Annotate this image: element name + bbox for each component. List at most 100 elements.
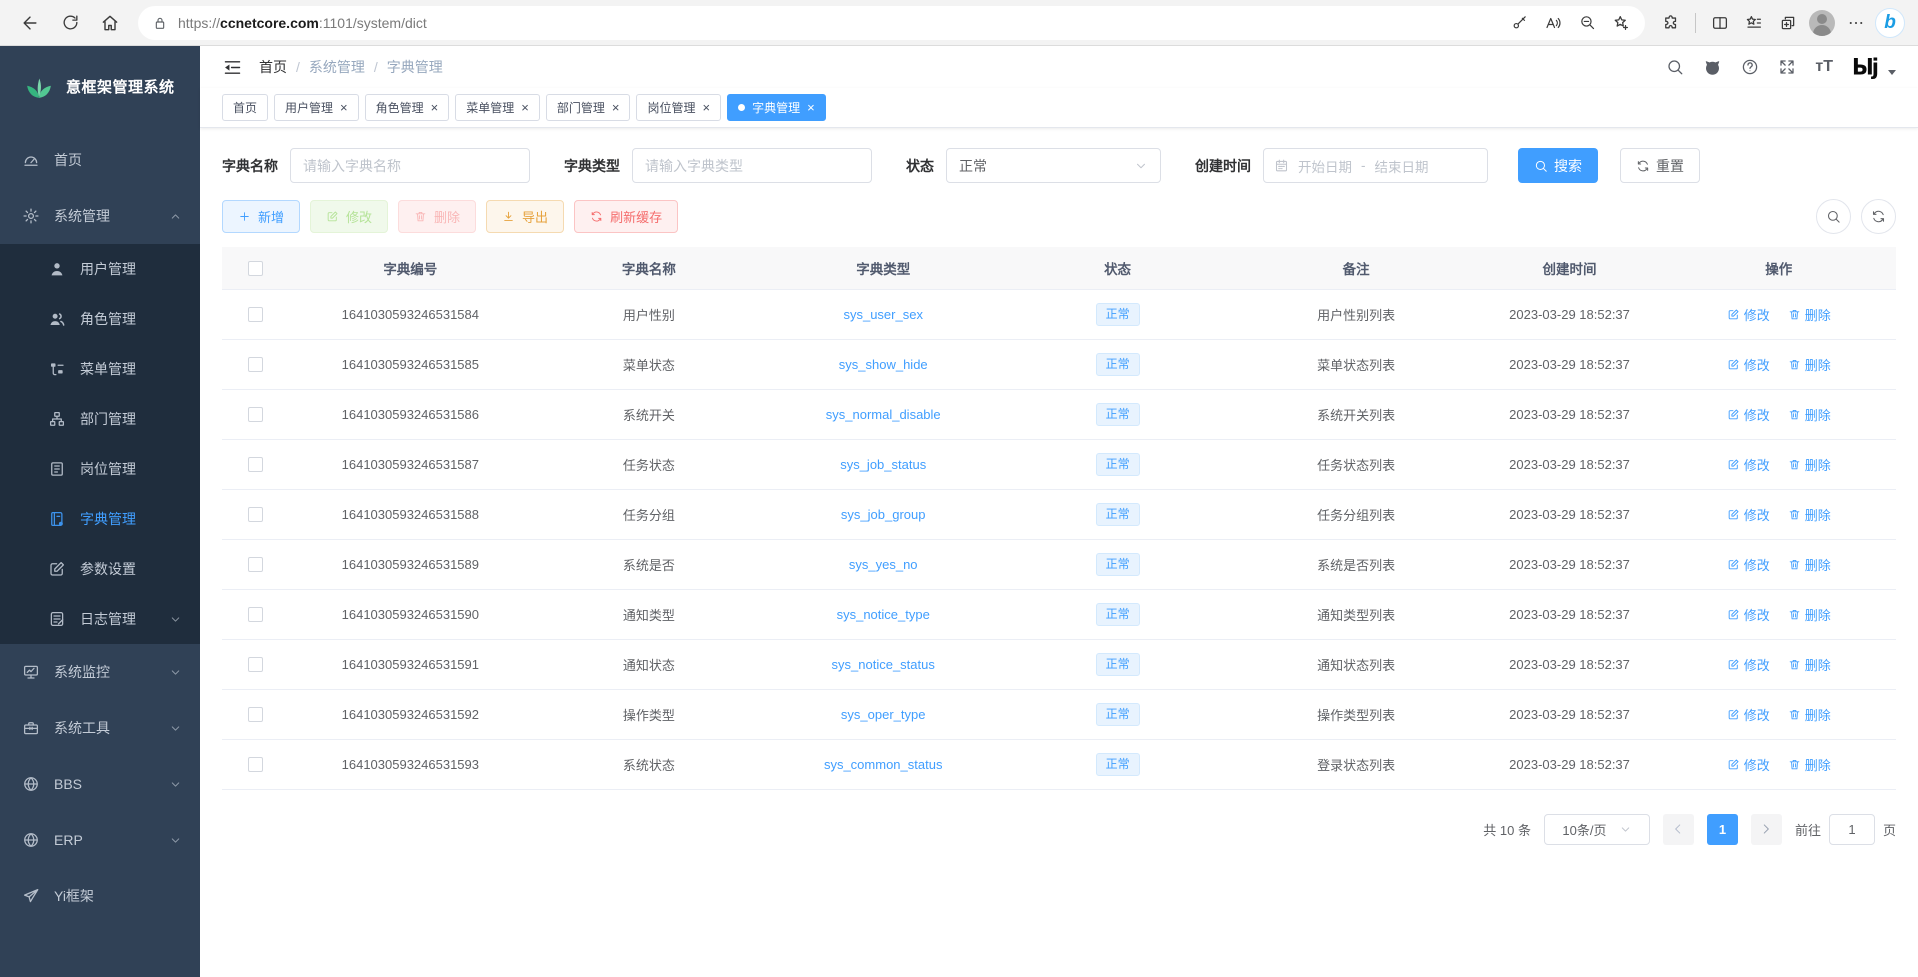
sidebar-item-param-settings[interactable]: 参数设置 (0, 544, 200, 594)
row-checkbox[interactable] (248, 607, 263, 622)
row-edit-button[interactable]: 修改 (1727, 655, 1770, 674)
refresh-table-button[interactable] (1861, 199, 1896, 234)
browser-back-button[interactable] (12, 6, 48, 40)
close-icon[interactable]: × (612, 101, 620, 114)
sidebar-item-log-mgmt[interactable]: 日志管理 (0, 594, 200, 644)
next-page-button[interactable] (1751, 814, 1782, 845)
row-edit-button[interactable]: 修改 (1727, 505, 1770, 524)
row-edit-button[interactable]: 修改 (1727, 405, 1770, 424)
dict-type-link[interactable]: sys_notice_type (837, 607, 930, 622)
font-size-icon[interactable]: тT (1815, 58, 1833, 76)
dict-type-link[interactable]: sys_job_group (841, 507, 926, 522)
user-logo[interactable]: Ыj (1852, 54, 1877, 79)
edit-button[interactable]: 修改 (310, 200, 388, 233)
row-edit-button[interactable]: 修改 (1727, 555, 1770, 574)
page-size-select[interactable]: 10条/页 (1544, 814, 1650, 845)
favorites-bar-icon[interactable] (1738, 6, 1770, 40)
sidebar-item-system-mgmt[interactable]: 系统管理 (0, 188, 200, 244)
select-all-checkbox[interactable] (248, 261, 263, 276)
dict-type-link[interactable]: sys_user_sex (843, 307, 922, 322)
close-icon[interactable]: × (807, 101, 815, 114)
row-delete-button[interactable]: 删除 (1788, 355, 1831, 374)
goto-page-input[interactable] (1829, 814, 1875, 845)
dict-type-link[interactable]: sys_common_status (824, 757, 943, 772)
browser-menu-icon[interactable] (1840, 6, 1872, 40)
fullscreen-icon[interactable] (1778, 58, 1796, 76)
sidebar-item-bbs[interactable]: BBS (0, 756, 200, 812)
row-edit-button[interactable]: 修改 (1727, 755, 1770, 774)
sidebar-item-dept-mgmt[interactable]: 部门管理 (0, 394, 200, 444)
tab-1[interactable]: 用户管理× (274, 94, 359, 121)
github-icon[interactable] (1703, 58, 1722, 77)
dict-type-link[interactable]: sys_job_status (840, 457, 926, 472)
sidebar-item-user-mgmt[interactable]: 用户管理 (0, 244, 200, 294)
password-key-icon[interactable] (1503, 6, 1535, 40)
close-icon[interactable]: × (702, 101, 710, 114)
row-edit-button[interactable]: 修改 (1727, 305, 1770, 324)
browser-home-button[interactable] (92, 6, 128, 40)
row-checkbox[interactable] (248, 507, 263, 522)
add-favorite-icon[interactable] (1605, 6, 1637, 40)
row-delete-button[interactable]: 删除 (1788, 405, 1831, 424)
header-search-icon[interactable] (1666, 58, 1684, 76)
sidebar-item-role-mgmt[interactable]: 角色管理 (0, 294, 200, 344)
breadcrumb-item[interactable]: 字典管理 (387, 57, 443, 77)
export-button[interactable]: 导出 (486, 200, 564, 233)
row-delete-button[interactable]: 删除 (1788, 755, 1831, 774)
row-edit-button[interactable]: 修改 (1727, 355, 1770, 374)
sidebar-item-post-mgmt[interactable]: 岗位管理 (0, 444, 200, 494)
bing-chat-icon[interactable]: b (1874, 6, 1906, 40)
row-edit-button[interactable]: 修改 (1727, 705, 1770, 724)
tab-2[interactable]: 角色管理× (365, 94, 450, 121)
sidebar-item-dict-mgmt[interactable]: 字典管理 (0, 494, 200, 544)
row-checkbox[interactable] (248, 357, 263, 372)
address-bar[interactable]: https://ccnetcore.com:1101/system/dict (138, 6, 1645, 40)
split-screen-icon[interactable] (1704, 6, 1736, 40)
sidebar-item-menu-mgmt[interactable]: 菜单管理 (0, 344, 200, 394)
page-number-button[interactable]: 1 (1707, 814, 1738, 845)
tab-3[interactable]: 菜单管理× (455, 94, 540, 121)
dict-type-link[interactable]: sys_show_hide (839, 357, 928, 372)
row-checkbox[interactable] (248, 657, 263, 672)
row-delete-button[interactable]: 删除 (1788, 505, 1831, 524)
browser-refresh-button[interactable] (52, 6, 88, 40)
row-checkbox[interactable] (248, 757, 263, 772)
refresh-cache-button[interactable]: 刷新缓存 (574, 200, 678, 233)
sidebar-item-system-monitor[interactable]: 系统监控 (0, 644, 200, 700)
date-range-picker[interactable]: 开始日期 - 结束日期 (1263, 148, 1488, 183)
row-delete-button[interactable]: 删除 (1788, 305, 1831, 324)
close-icon[interactable]: × (431, 101, 439, 114)
sidebar-collapse-icon[interactable] (222, 57, 243, 78)
dict-name-input[interactable] (290, 148, 530, 183)
dict-type-link[interactable]: sys_oper_type (841, 707, 926, 722)
tab-0[interactable]: 首页 (222, 94, 268, 121)
search-button[interactable]: 搜索 (1518, 148, 1598, 183)
row-checkbox[interactable] (248, 707, 263, 722)
sidebar-item-erp[interactable]: ERP (0, 812, 200, 868)
profile-avatar[interactable] (1806, 6, 1838, 40)
row-delete-button[interactable]: 删除 (1788, 555, 1831, 574)
add-button[interactable]: 新增 (222, 200, 300, 233)
delete-button[interactable]: 删除 (398, 200, 476, 233)
read-aloud-icon[interactable] (1537, 6, 1569, 40)
row-delete-button[interactable]: 删除 (1788, 655, 1831, 674)
dict-type-input[interactable] (632, 148, 872, 183)
tab-4[interactable]: 部门管理× (546, 94, 631, 121)
row-delete-button[interactable]: 删除 (1788, 455, 1831, 474)
tab-5[interactable]: 岗位管理× (636, 94, 721, 121)
row-delete-button[interactable]: 删除 (1788, 605, 1831, 624)
dict-type-link[interactable]: sys_notice_status (832, 657, 935, 672)
zoom-out-icon[interactable] (1571, 6, 1603, 40)
sidebar-item-system-tools[interactable]: 系统工具 (0, 700, 200, 756)
row-checkbox[interactable] (248, 307, 263, 322)
dict-type-link[interactable]: sys_normal_disable (826, 407, 941, 422)
row-checkbox[interactable] (248, 407, 263, 422)
row-edit-button[interactable]: 修改 (1727, 605, 1770, 624)
row-delete-button[interactable]: 删除 (1788, 705, 1831, 724)
breadcrumb-item[interactable]: 首页 (259, 57, 287, 77)
breadcrumb-item[interactable]: 系统管理 (309, 57, 365, 77)
tab-active[interactable]: 字典管理× (727, 94, 826, 121)
user-menu-caret-icon[interactable] (1888, 70, 1896, 75)
help-icon[interactable] (1741, 58, 1759, 76)
close-icon[interactable]: × (521, 101, 529, 114)
